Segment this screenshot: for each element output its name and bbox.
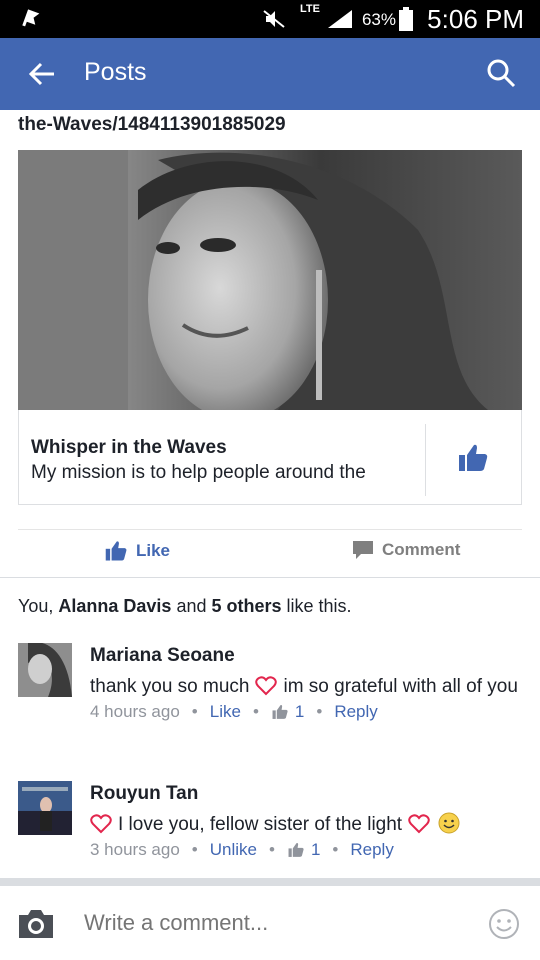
smiley-emoji-icon <box>438 812 460 834</box>
like-count: 1 <box>294 702 305 721</box>
comment-meta: 4 hours ago • Like • 1 • Reply <box>90 702 530 722</box>
composer-shadow <box>0 878 540 886</box>
likes-connector: and <box>171 596 212 616</box>
heart-icon <box>408 814 430 834</box>
comment-bubble-icon <box>353 541 373 559</box>
link-preview-image[interactable] <box>18 150 522 410</box>
battery-percent: 63% <box>361 10 396 29</box>
comment-text-part: im so grateful with all of you <box>283 676 518 697</box>
portrait-image <box>18 150 522 410</box>
reply-button[interactable]: Reply <box>334 702 377 722</box>
like-button[interactable]: Like <box>104 540 170 562</box>
avatar[interactable] <box>18 781 72 835</box>
link-url[interactable]: the-Waves/1484113901885029 <box>18 114 286 136</box>
comment-meta: 3 hours ago • Unlike • 1 • Reply <box>90 840 530 860</box>
comment-input[interactable] <box>84 910 464 936</box>
comment-time: 4 hours ago <box>90 702 180 721</box>
thumb-up-icon <box>105 541 127 561</box>
network-type: LTE <box>300 3 320 15</box>
comment-author[interactable]: Rouyun Tan <box>90 783 530 805</box>
page-title: Posts <box>84 58 147 86</box>
comment-text: I love you, fellow sister of the light <box>90 811 530 838</box>
separator-dot: • <box>191 702 198 721</box>
battery-icon <box>399 7 413 31</box>
mute-icon <box>263 10 285 28</box>
separator-dot: • <box>252 702 259 721</box>
separator-dot: • <box>191 840 198 859</box>
comment-text: thank you so much im so grateful with all… <box>90 673 530 700</box>
comment-author[interactable]: Mariana Seoane <box>90 645 530 667</box>
comment-like-button[interactable]: Like <box>210 702 241 722</box>
page-name[interactable]: Whisper in the Waves <box>31 437 227 459</box>
divider <box>18 529 522 530</box>
likes-summary[interactable]: You, Alanna Davis and 5 others like this… <box>18 596 352 617</box>
back-arrow-icon[interactable] <box>26 58 58 90</box>
avatar[interactable] <box>18 643 72 697</box>
reply-button[interactable]: Reply <box>350 840 393 860</box>
thumb-up-icon <box>272 704 288 719</box>
comment-text-part: I love you, fellow sister of the light <box>118 814 403 835</box>
liker-name[interactable]: Alanna Davis <box>58 596 171 616</box>
page-description: My mission is to help people around the <box>31 462 366 483</box>
link-card[interactable]: Whisper in the Waves My mission is to he… <box>18 410 522 505</box>
like-label: Like <box>136 541 171 560</box>
heart-icon <box>255 676 278 696</box>
clock: 5:06 PM <box>427 4 524 34</box>
notification-flag-icon <box>22 9 40 27</box>
comment-button[interactable]: Comment <box>352 540 460 560</box>
status-bar: LTE 63% 5:06 PM <box>0 0 540 38</box>
likes-others[interactable]: 5 others <box>211 596 281 616</box>
heart-icon <box>90 814 112 834</box>
comment-label: Comment <box>382 540 461 559</box>
thumb-up-icon <box>288 842 304 857</box>
card-divider <box>425 424 426 496</box>
comment-unlike-button[interactable]: Unlike <box>210 840 257 860</box>
comment-like-count[interactable]: 1 <box>287 840 320 860</box>
comment-text-part: thank you so much <box>90 676 250 697</box>
camera-icon[interactable] <box>17 908 55 940</box>
separator-dot: • <box>269 840 275 859</box>
comment-composer <box>0 886 540 960</box>
separator-dot: • <box>332 840 339 859</box>
likes-suffix: like this. <box>281 596 352 616</box>
likes-prefix: You, <box>18 596 59 616</box>
emoji-picker-icon[interactable] <box>488 908 520 940</box>
signal-icon <box>328 10 352 28</box>
like-page-thumb-icon[interactable] <box>457 442 489 474</box>
app-bar: Posts <box>0 38 540 110</box>
comment-time: 3 hours ago <box>90 840 180 859</box>
search-icon[interactable] <box>486 58 516 88</box>
like-count: 1 <box>310 840 321 859</box>
comment-like-count[interactable]: 1 <box>271 702 304 722</box>
separator-dot: • <box>316 702 323 721</box>
divider <box>0 577 540 578</box>
